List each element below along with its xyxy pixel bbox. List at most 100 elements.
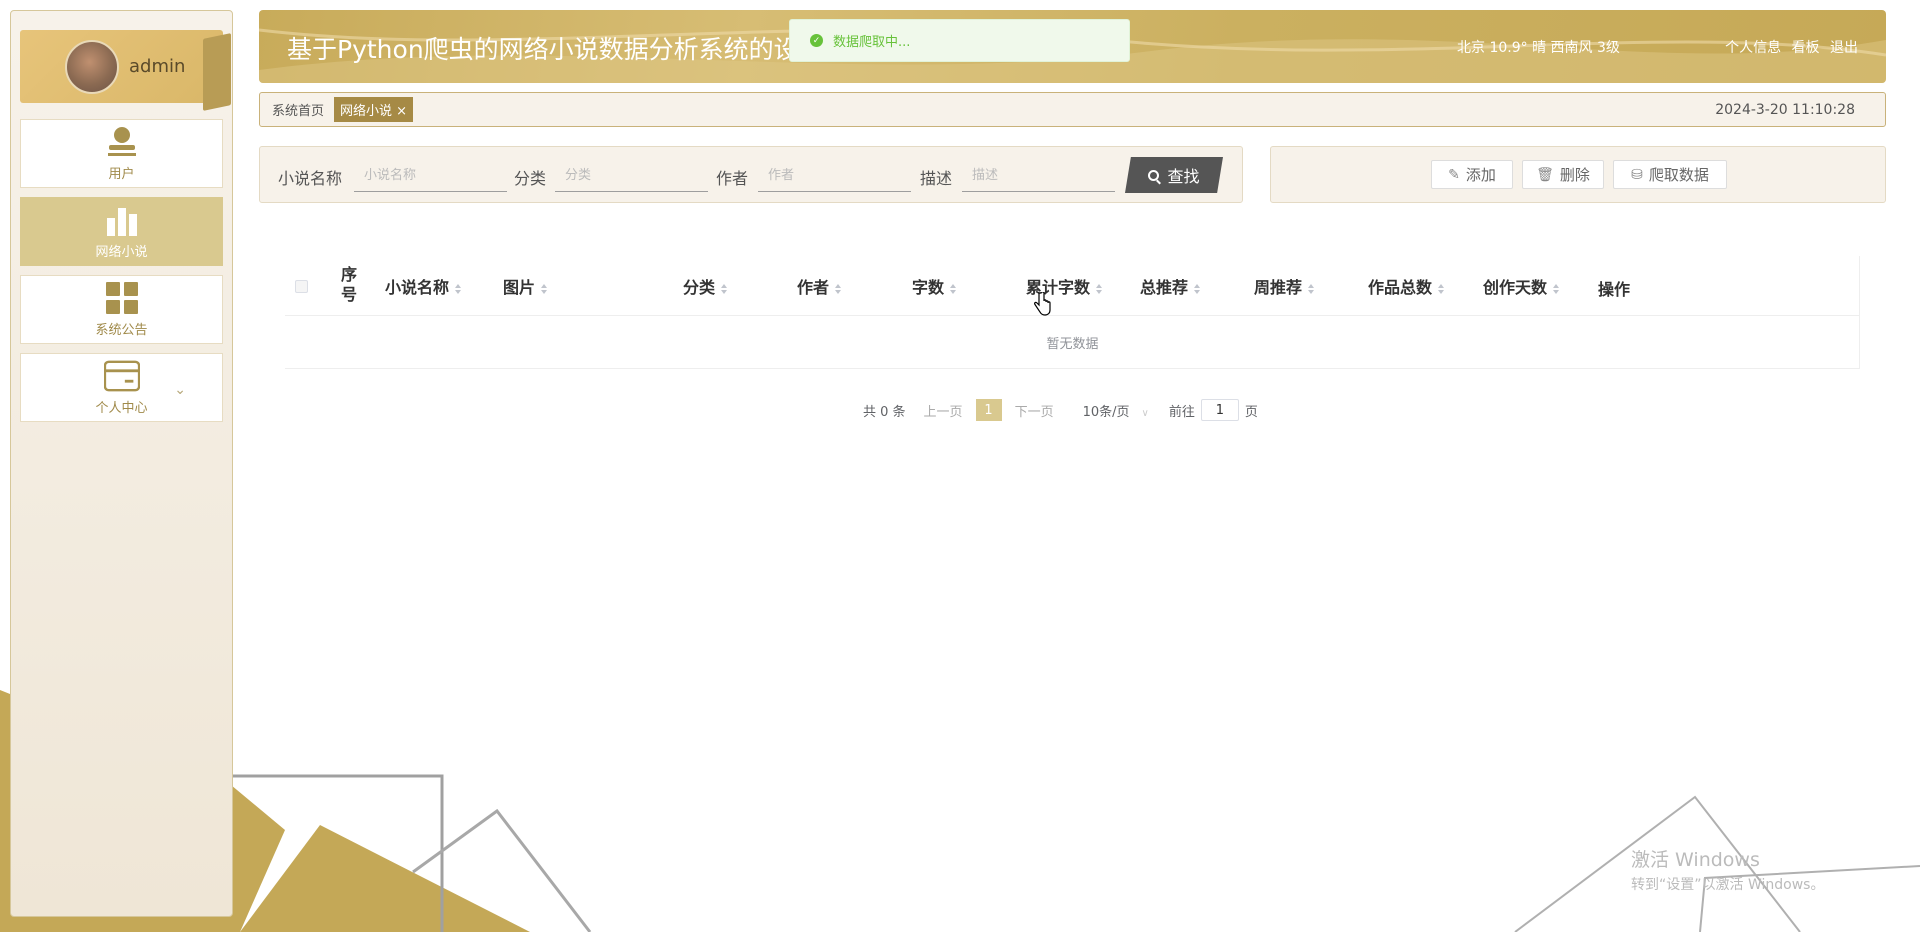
sidebar-item-novels[interactable]: 网络小说 bbox=[20, 197, 223, 266]
current-datetime: 2024-3-20 11:10:28 bbox=[1715, 102, 1855, 118]
sort-icon[interactable] bbox=[1096, 283, 1103, 294]
column-header-creation-days[interactable]: 创作天数 bbox=[1483, 274, 1560, 298]
sidebar-item-announcements[interactable]: 系统公告 bbox=[20, 275, 223, 344]
column-header-category[interactable]: 分类 bbox=[683, 274, 728, 298]
sidebar-item-label: 用户 bbox=[108, 167, 135, 182]
description-label: 描述 bbox=[920, 169, 953, 188]
sort-icon[interactable] bbox=[1438, 283, 1445, 294]
select-all-checkbox[interactable] bbox=[295, 280, 308, 293]
weather-info: 北京 10.9° 晴 西南风 3级 bbox=[1457, 40, 1620, 56]
sort-icon[interactable] bbox=[1194, 283, 1201, 294]
check-circle-icon: ✓ bbox=[810, 34, 823, 47]
pagination: 共 0 条 上一页 1 下一页 10条/页 ∨ 前往 页 bbox=[863, 396, 1258, 424]
sort-icon[interactable] bbox=[541, 283, 548, 294]
profile-link[interactable]: 个人信息 bbox=[1725, 40, 1781, 56]
search-panel: 小说名称 分类 作者 描述 查找 bbox=[259, 146, 1243, 203]
column-label: 作者 bbox=[797, 278, 830, 297]
chevron-down-icon: ∨ bbox=[1141, 407, 1149, 419]
sidebar-item-label: 个人中心 bbox=[95, 401, 148, 416]
search-icon bbox=[1148, 169, 1160, 181]
column-label: 分类 bbox=[683, 278, 716, 297]
novel-name-label: 小说名称 bbox=[278, 169, 343, 188]
header-links: 个人信息 看板 退出 bbox=[1719, 37, 1858, 57]
sidebar-item-users[interactable]: 用户 bbox=[20, 119, 223, 188]
sidebar-item-label: 网络小说 bbox=[95, 245, 148, 260]
success-toast: ✓ 数据爬取中... bbox=[789, 19, 1130, 62]
hand-cursor-icon bbox=[1034, 292, 1051, 316]
breadcrumb: 系统首页 网络小说 × 2024-3-20 11:10:28 bbox=[259, 92, 1886, 127]
tab-novels[interactable]: 网络小说 × bbox=[334, 97, 414, 122]
novel-name-input[interactable] bbox=[354, 160, 507, 192]
column-label: 字数 bbox=[912, 278, 945, 297]
column-header-weekly-recommend[interactable]: 周推荐 bbox=[1254, 274, 1315, 298]
sidebar-item-personal-center[interactable]: 个人中心 ⌄ bbox=[20, 353, 223, 422]
table-header: 序号 小说名称 图片 分类 作者 字数 累计字数 总推荐 周推荐 作品总数 创作… bbox=[285, 256, 1860, 316]
column-header-novel-name[interactable]: 小说名称 bbox=[385, 274, 462, 298]
description-input[interactable] bbox=[962, 160, 1115, 192]
prev-page-button[interactable]: 上一页 bbox=[924, 401, 963, 420]
bar-chart-icon bbox=[104, 203, 140, 237]
database-icon: ⛁ bbox=[1631, 166, 1643, 183]
sort-icon[interactable] bbox=[1553, 283, 1560, 294]
column-label: 周推荐 bbox=[1254, 278, 1303, 297]
column-header-image[interactable]: 图片 bbox=[503, 274, 548, 298]
goto-page-input[interactable] bbox=[1200, 399, 1239, 421]
sidebar-item-label: 系统公告 bbox=[95, 323, 148, 338]
column-header-index: 序号 bbox=[340, 265, 357, 304]
total-count: 共 0 条 bbox=[863, 404, 906, 420]
page-size-select[interactable]: 10条/页 ∨ bbox=[1083, 401, 1149, 420]
column-header-word-count[interactable]: 字数 bbox=[912, 274, 957, 298]
toast-message: 数据爬取中... bbox=[833, 35, 911, 50]
column-header-total-recommend[interactable]: 总推荐 bbox=[1140, 274, 1201, 298]
avatar bbox=[65, 39, 119, 94]
user-profile[interactable]: admin bbox=[20, 30, 231, 111]
pencil-icon: ✎ bbox=[1448, 166, 1460, 183]
add-button[interactable]: ✎ 添加 bbox=[1431, 160, 1513, 189]
search-button[interactable]: 查找 bbox=[1125, 157, 1223, 193]
column-header-works-total[interactable]: 作品总数 bbox=[1368, 274, 1445, 298]
background-decoration bbox=[0, 690, 1920, 932]
goto-label: 前往 bbox=[1168, 404, 1195, 420]
column-header-actions: 操作 bbox=[1598, 280, 1631, 299]
page-size-value: 10条/页 bbox=[1082, 404, 1130, 420]
crawl-button-label: 爬取数据 bbox=[1648, 166, 1709, 184]
column-label: 作品总数 bbox=[1368, 278, 1433, 297]
search-button-label: 查找 bbox=[1167, 167, 1200, 186]
column-header-author[interactable]: 作者 bbox=[797, 274, 842, 298]
crawl-data-button[interactable]: ⛁ 爬取数据 bbox=[1613, 160, 1727, 189]
grid-icon bbox=[104, 281, 140, 315]
category-input[interactable] bbox=[555, 160, 708, 192]
watermark-line1: 激活 Windows bbox=[1631, 849, 1760, 871]
username: admin bbox=[129, 56, 186, 77]
logout-link[interactable]: 退出 bbox=[1830, 40, 1858, 56]
delete-button-label: 删除 bbox=[1559, 166, 1590, 184]
add-button-label: 添加 bbox=[1465, 166, 1496, 184]
action-panel: ✎ 添加 🗑 删除 ⛁ 爬取数据 bbox=[1270, 146, 1886, 203]
current-page[interactable]: 1 bbox=[975, 399, 1002, 421]
next-page-button[interactable]: 下一页 bbox=[1015, 401, 1054, 420]
column-label: 小说名称 bbox=[385, 278, 450, 297]
watermark-line2: 转到“设置”以激活 Windows。 bbox=[1631, 877, 1825, 893]
card-icon bbox=[103, 359, 140, 393]
chevron-down-icon[interactable]: ⌄ bbox=[174, 382, 186, 398]
trash-icon: 🗑 bbox=[1536, 166, 1554, 183]
sort-icon[interactable] bbox=[950, 283, 957, 294]
windows-activation-watermark: 激活 Windows 转到“设置”以激活 Windows。 bbox=[1631, 845, 1824, 894]
delete-button[interactable]: 🗑 删除 bbox=[1522, 160, 1604, 189]
goto-unit: 页 bbox=[1244, 404, 1258, 420]
sort-icon[interactable] bbox=[1308, 283, 1315, 294]
novel-table: 序号 小说名称 图片 分类 作者 字数 累计字数 总推荐 周推荐 作品总数 创作… bbox=[285, 256, 1860, 369]
sidebar: admin 用户 网络小说 系统公告 个人中心 ⌄ bbox=[10, 10, 233, 917]
column-label: 创作天数 bbox=[1483, 278, 1548, 297]
breadcrumb-home[interactable]: 系统首页 bbox=[272, 100, 324, 119]
sort-icon[interactable] bbox=[835, 283, 842, 294]
sort-icon[interactable] bbox=[721, 283, 728, 294]
author-label: 作者 bbox=[716, 169, 749, 188]
profile-decoration bbox=[203, 33, 231, 111]
author-input[interactable] bbox=[758, 160, 911, 192]
empty-state: 暂无数据 bbox=[285, 316, 1860, 369]
dashboard-link[interactable]: 看板 bbox=[1792, 40, 1820, 56]
category-label: 分类 bbox=[514, 169, 547, 188]
column-label: 图片 bbox=[503, 278, 536, 297]
sort-icon[interactable] bbox=[455, 283, 462, 294]
